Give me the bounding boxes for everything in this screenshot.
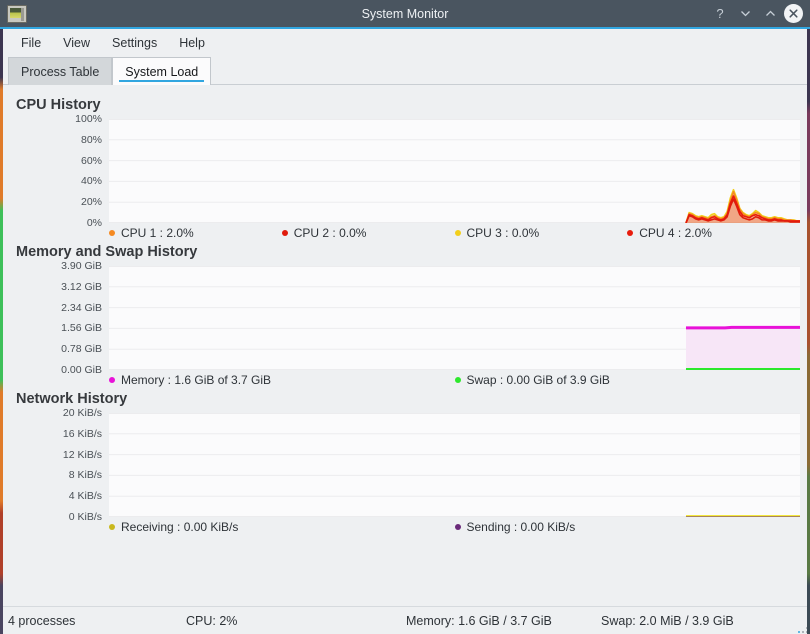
legend-label-receiving: Receiving : 0.00 KiB/s [121, 520, 239, 534]
axis-tick-label: 3.12 GiB [61, 280, 102, 293]
network-plot-svg [109, 413, 800, 517]
axis-tick-label: 1.56 GiB [61, 322, 102, 335]
axis-tick-label: 40% [80, 175, 102, 188]
resize-grip[interactable] [794, 619, 808, 633]
axis-tick-label: 3.90 GiB [61, 260, 102, 272]
status-cpu: CPU: 2% [186, 613, 238, 628]
memory-plot-svg [109, 266, 800, 370]
network-legend: Receiving : 0.00 KiB/s Sending : 0.00 Ki… [109, 520, 800, 534]
cpu-history-chart: 0% 20% 40% 60% 80% 100% [14, 113, 800, 229]
window-controls: ? [709, 3, 810, 25]
axis-tick-label: 12 KiB/s [62, 448, 102, 461]
status-bar: 4 processes CPU: 2% Memory: 1.6 GiB / 3.… [0, 606, 810, 634]
legend-label-cpu1: CPU 1 : 2.0% [121, 226, 194, 240]
menu-bar: File View Settings Help [0, 29, 810, 56]
title-bar: System Monitor ? [0, 0, 810, 29]
legend-item-cpu1: CPU 1 : 2.0% [109, 226, 282, 240]
axis-tick-label: 60% [80, 154, 102, 167]
axis-tick-label: 0% [86, 217, 102, 229]
tab-system-load[interactable]: System Load [112, 57, 212, 85]
chevron-down-icon [740, 11, 750, 17]
memory-plot-area[interactable] [109, 266, 800, 370]
cpu1-color-dot [109, 230, 115, 236]
legend-item-swap: Swap : 0.00 GiB of 3.9 GiB [454, 373, 801, 387]
memory-y-axis: 0.00 GiB 0.78 GiB 1.56 GiB 2.34 GiB 3.12 GiB… [14, 260, 102, 376]
cpu-y-axis: 0% 20% 40% 60% 80% 100% [14, 113, 102, 229]
network-plot-area[interactable] [109, 413, 800, 517]
maximize-button[interactable] [759, 3, 781, 25]
network-history-title: Network History [16, 391, 128, 407]
menu-item-file[interactable]: File [10, 33, 52, 53]
memory-color-dot [109, 377, 115, 383]
legend-item-cpu2: CPU 2 : 0.0% [281, 226, 455, 240]
menu-item-settings[interactable]: Settings [101, 33, 168, 53]
legend-item-receiving: Receiving : 0.00 KiB/s [109, 520, 455, 534]
axis-tick-label: 2.34 GiB [61, 301, 102, 314]
help-button[interactable]: ? [709, 3, 731, 25]
app-icon [7, 4, 27, 23]
status-process-count: 4 processes [8, 613, 76, 628]
network-history-chart: 0 KiB/s 4 KiB/s 8 KiB/s 12 KiB/s 16 KiB/s 20 … [14, 407, 800, 523]
axis-tick-label: 20 KiB/s [62, 407, 102, 419]
axis-tick-label: 80% [80, 133, 102, 146]
menu-item-help[interactable]: Help [168, 33, 216, 53]
minimize-button[interactable] [734, 3, 756, 25]
cpu2-color-dot [281, 230, 288, 236]
axis-tick-label: 4 KiB/s [68, 490, 102, 503]
tab-process-table[interactable]: Process Table [8, 57, 113, 85]
legend-label-sending: Sending : 0.00 KiB/s [466, 520, 576, 534]
window-left-edge-strip [0, 29, 3, 634]
axis-tick-label: 0 KiB/s [68, 511, 102, 523]
cpu-legend: CPU 1 : 2.0% CPU 2 : 0.0% CPU 3 : 0.0% C… [109, 226, 800, 240]
axis-tick-label: 0.78 GiB [61, 343, 102, 356]
window-title: System Monitor [361, 6, 449, 21]
axis-tick-label: 20% [80, 196, 102, 209]
axis-tick-label: 16 KiB/s [62, 427, 102, 440]
legend-item-cpu3: CPU 3 : 0.0% [454, 226, 628, 240]
axis-tick-label: 0.00 GiB [61, 364, 102, 376]
axis-tick-label: 8 KiB/s [68, 469, 102, 482]
system-monitor-window: System Monitor ? File View Settings Help… [0, 0, 810, 634]
tab-bar: Process Table System Load [0, 56, 810, 85]
legend-item-cpu4: CPU 4 : 2.0% [627, 226, 800, 240]
axis-tick-label: 100% [75, 113, 102, 125]
cpu3-color-dot [454, 230, 461, 236]
menu-item-view[interactable]: View [52, 33, 101, 53]
legend-label-memory: Memory : 1.6 GiB of 3.7 GiB [121, 373, 272, 387]
legend-item-memory: Memory : 1.6 GiB of 3.7 GiB [109, 373, 455, 387]
network-y-axis: 0 KiB/s 4 KiB/s 8 KiB/s 12 KiB/s 16 KiB/s 20 … [14, 407, 102, 523]
close-button[interactable] [784, 4, 803, 23]
close-icon [789, 9, 798, 18]
memory-legend: Memory : 1.6 GiB of 3.7 GiB Swap : 0.00 … [109, 373, 800, 387]
receiving-color-dot [109, 524, 115, 530]
status-swap: Swap: 2.0 MiB / 3.9 GiB [601, 613, 734, 628]
legend-label-cpu3: CPU 3 : 0.0% [466, 226, 540, 240]
chevron-up-icon [765, 10, 775, 16]
cpu-plot-area[interactable] [109, 119, 800, 223]
legend-label-cpu2: CPU 2 : 0.0% [293, 226, 367, 240]
sending-color-dot [454, 524, 461, 530]
system-load-panel: CPU History 0% 20% 40% 60% 80% 100% CPU 1 : 2… [0, 85, 810, 606]
memory-history-title: Memory and Swap History [16, 244, 198, 260]
legend-item-sending: Sending : 0.00 KiB/s [454, 520, 801, 534]
cpu-plot-svg [109, 119, 800, 223]
cpu-history-title: CPU History [16, 97, 101, 113]
status-memory: Memory: 1.6 GiB / 3.7 GiB [406, 613, 552, 628]
memory-history-chart: 0.00 GiB 0.78 GiB 1.56 GiB 2.34 GiB 3.12 GiB… [14, 260, 800, 376]
legend-label-cpu4: CPU 4 : 2.0% [639, 226, 712, 240]
cpu4-color-dot [627, 230, 634, 236]
swap-color-dot [454, 377, 461, 383]
legend-label-swap: Swap : 0.00 GiB of 3.9 GiB [466, 373, 610, 387]
